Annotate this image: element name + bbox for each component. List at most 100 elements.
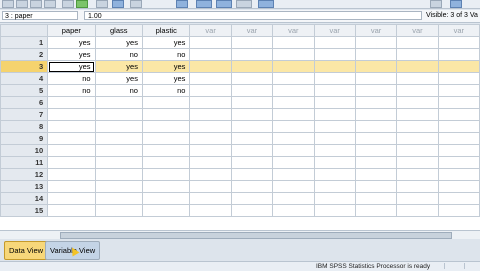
data-cell[interactable] <box>313 72 356 85</box>
row-number[interactable]: 7 <box>0 108 49 121</box>
column-header-empty[interactable]: var <box>313 24 356 37</box>
data-cell[interactable] <box>396 204 439 217</box>
row-number[interactable]: 12 <box>0 168 49 181</box>
data-cell[interactable] <box>313 180 356 193</box>
data-cell[interactable] <box>272 180 315 193</box>
data-cell[interactable] <box>396 180 439 193</box>
column-header-empty[interactable]: var <box>230 24 274 37</box>
data-cell[interactable] <box>94 192 143 205</box>
column-header-empty[interactable]: var <box>396 24 439 37</box>
data-cell[interactable] <box>272 132 315 145</box>
data-cell[interactable] <box>396 60 439 73</box>
data-cell[interactable] <box>189 156 232 169</box>
data-cell[interactable] <box>189 120 232 133</box>
data-cell[interactable] <box>189 180 232 193</box>
data-cell[interactable] <box>47 108 96 121</box>
row-number[interactable]: 15 <box>0 204 49 217</box>
data-cell[interactable] <box>47 156 96 169</box>
data-cell[interactable] <box>272 192 315 205</box>
data-cell[interactable] <box>313 96 356 109</box>
data-cell[interactable] <box>94 156 143 169</box>
row-number[interactable]: 8 <box>0 120 49 133</box>
redo-icon[interactable] <box>76 0 88 8</box>
data-cell[interactable] <box>313 48 356 61</box>
data-cell[interactable]: yes <box>141 36 191 49</box>
data-cell[interactable] <box>437 144 480 157</box>
undo-icon[interactable] <box>62 0 74 8</box>
data-cell[interactable] <box>141 192 191 205</box>
select-icon[interactable] <box>236 0 252 8</box>
data-cell[interactable] <box>437 192 480 205</box>
data-cell[interactable] <box>272 48 315 61</box>
data-cell[interactable] <box>313 168 356 181</box>
row-number[interactable]: 11 <box>0 156 49 169</box>
data-cell[interactable] <box>437 84 480 97</box>
data-cell[interactable] <box>437 60 480 73</box>
data-cell[interactable] <box>189 96 232 109</box>
data-cell[interactable] <box>230 192 274 205</box>
data-cell[interactable] <box>354 132 398 145</box>
data-cell[interactable] <box>230 96 274 109</box>
data-cell[interactable] <box>230 120 274 133</box>
data-cell[interactable] <box>396 144 439 157</box>
data-cell[interactable] <box>437 180 480 193</box>
data-cell[interactable] <box>141 156 191 169</box>
data-cell[interactable] <box>354 36 398 49</box>
data-cell[interactable]: yes <box>94 72 143 85</box>
data-cell[interactable] <box>272 72 315 85</box>
data-cell[interactable] <box>437 48 480 61</box>
data-cell[interactable] <box>141 144 191 157</box>
data-cell[interactable] <box>354 204 398 217</box>
data-cell[interactable] <box>94 168 143 181</box>
column-header-empty[interactable]: var <box>189 24 232 37</box>
dialog-icon[interactable] <box>44 0 56 8</box>
data-cell[interactable] <box>189 84 232 97</box>
scrollbar-thumb[interactable] <box>60 232 452 239</box>
data-cell[interactable] <box>313 132 356 145</box>
data-cell[interactable] <box>189 132 232 145</box>
data-cell[interactable] <box>396 36 439 49</box>
print-icon[interactable] <box>30 0 42 8</box>
data-cell[interactable] <box>272 156 315 169</box>
goto-icon[interactable] <box>96 0 108 8</box>
data-cell[interactable] <box>94 204 143 217</box>
data-cell[interactable] <box>189 108 232 121</box>
data-cell[interactable] <box>437 132 480 145</box>
data-cell[interactable] <box>354 180 398 193</box>
row-number[interactable]: 3 <box>0 60 49 73</box>
data-cell[interactable] <box>94 120 143 133</box>
data-cell[interactable]: yes <box>141 60 191 73</box>
row-number[interactable]: 6 <box>0 96 49 109</box>
data-cell[interactable] <box>354 168 398 181</box>
data-cell[interactable] <box>141 132 191 145</box>
data-cell[interactable] <box>230 108 274 121</box>
data-cell[interactable] <box>354 72 398 85</box>
data-cell[interactable] <box>141 96 191 109</box>
data-cell[interactable] <box>230 204 274 217</box>
data-cell[interactable] <box>272 60 315 73</box>
data-cell[interactable] <box>272 108 315 121</box>
data-cell[interactable] <box>354 108 398 121</box>
data-cell[interactable] <box>354 144 398 157</box>
data-cell[interactable] <box>189 192 232 205</box>
data-cell[interactable] <box>94 96 143 109</box>
data-cell[interactable] <box>354 120 398 133</box>
data-cell[interactable]: yes <box>47 48 96 61</box>
data-cell[interactable] <box>141 108 191 121</box>
data-cell[interactable] <box>230 132 274 145</box>
data-cell[interactable] <box>272 120 315 133</box>
data-cell[interactable] <box>230 60 274 73</box>
data-cell[interactable]: no <box>94 48 143 61</box>
data-cell[interactable] <box>189 36 232 49</box>
data-cell[interactable]: yes <box>141 72 191 85</box>
row-number[interactable]: 4 <box>0 72 49 85</box>
data-cell[interactable] <box>230 84 274 97</box>
data-cell[interactable] <box>396 84 439 97</box>
data-cell[interactable] <box>272 144 315 157</box>
column-header-empty[interactable]: var <box>272 24 315 37</box>
data-cell[interactable] <box>141 168 191 181</box>
cell-name-field[interactable]: 3 : paper <box>2 11 78 20</box>
data-cell[interactable]: no <box>47 84 96 97</box>
cell-value-field[interactable]: 1.00 <box>84 11 422 20</box>
row-number[interactable]: 13 <box>0 180 49 193</box>
